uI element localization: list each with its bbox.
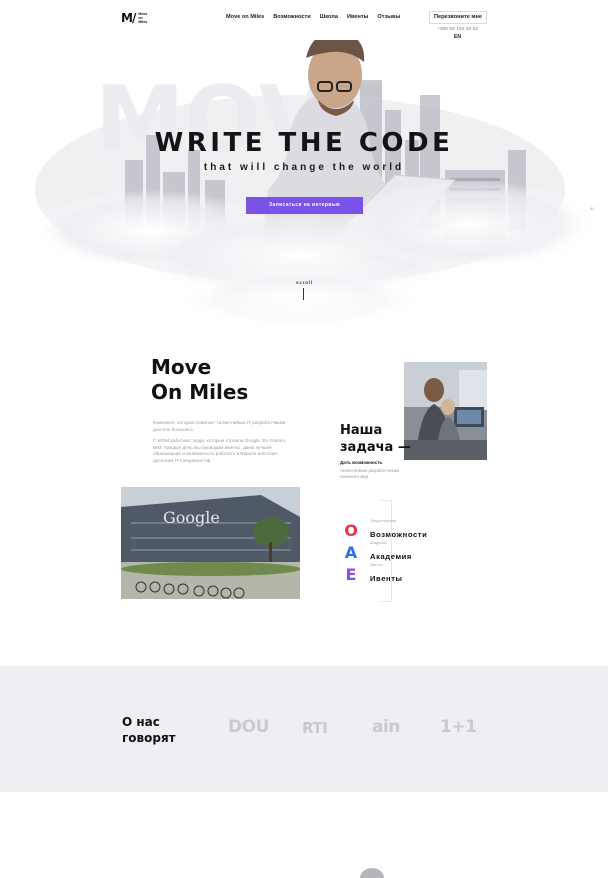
google-office-photo: Google [121, 487, 300, 599]
slide-indicator: 01 [590, 206, 595, 211]
task-subtitle: Дать возможность [340, 460, 383, 465]
main-nav: Move on Miles Возможности Школа Ивенты О… [226, 14, 400, 20]
hero-title: WRITE THE CODE [154, 128, 454, 158]
nav-item-school[interactable]: Школа [320, 14, 338, 20]
academy-icon: A [344, 543, 358, 562]
feature-academy[interactable]: A Академия Академия [344, 541, 412, 564]
about-title-line1: Move [151, 355, 212, 379]
feature-academy-label: Академия [370, 552, 412, 561]
opportunities-icon: O [344, 521, 358, 540]
feature-events-text: Ивенты Ивенты [370, 563, 403, 586]
interview-signup-button[interactable]: Записаться на интервью [246, 197, 363, 214]
feature-events-label: Ивенты [370, 574, 403, 583]
dou-logo[interactable]: DOU [228, 717, 269, 737]
one-plus-one-logo[interactable]: 1+1 [440, 717, 477, 737]
feature-academy-caption: Академия [370, 541, 387, 545]
feature-events[interactable]: E Ивенты Ивенты [344, 563, 403, 586]
about-title: Move On Miles [151, 355, 311, 405]
nav-item-opportunities[interactable]: Возможности [273, 14, 310, 20]
nav-item-move-on-miles[interactable]: Move on Miles [226, 14, 264, 20]
about-paragraph-2: С MOM работают люди, которые строили Goo… [153, 438, 287, 463]
feature-opportunities-text: Предоставляем Возможности [370, 519, 427, 542]
logo-text: Move on Miles [138, 12, 148, 24]
ain-logo[interactable]: ain [372, 717, 400, 737]
logo-mark: M/ [121, 11, 136, 25]
callback-button[interactable]: Перезвоните мне [429, 11, 487, 24]
nav-item-reviews[interactable]: Отзывы [377, 14, 400, 20]
hero-illustration: MOVE [0, 40, 608, 340]
feature-opportunities-caption: Предоставляем [370, 519, 397, 523]
feature-academy-text: Академия Академия [370, 541, 412, 564]
hero-subtitle: that will change the world [203, 162, 405, 173]
scroll-label[interactable]: scroll [296, 280, 313, 285]
press-title: О нас говорят [122, 715, 176, 745]
logo[interactable]: M/ Move on Miles [121, 11, 150, 25]
about-title-line2: On Miles [151, 380, 249, 404]
svg-text:Google: Google [163, 508, 220, 527]
events-icon: E [345, 565, 357, 584]
scroll-arrow-icon[interactable] [303, 288, 304, 300]
feature-opportunities-label: Возможности [370, 530, 428, 539]
about-paragraph-1: Компания, которая помогает талантливым I… [153, 420, 286, 432]
person-photo-partial [360, 868, 384, 878]
nav-item-events[interactable]: Ивенты [347, 14, 368, 20]
phone-number[interactable]: +380 50 104 28 03 [437, 26, 478, 31]
feature-opportunities[interactable]: O Предоставляем Возможности [344, 519, 427, 542]
feature-events-caption: Ивенты [370, 563, 383, 567]
task-title: Наша задача — [340, 423, 411, 455]
task-description: талантливым разработчикам изменить мир. [340, 468, 400, 479]
rti-logo[interactable]: RTI [302, 719, 328, 737]
